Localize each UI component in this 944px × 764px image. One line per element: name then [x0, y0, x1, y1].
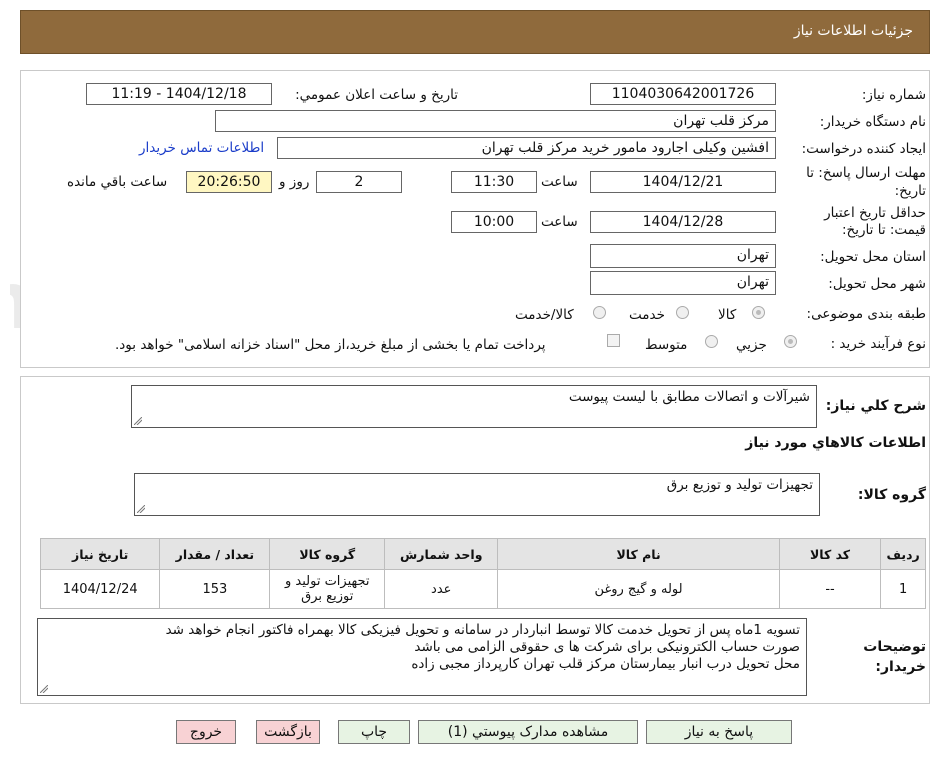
- table-row[interactable]: 1 -- لوله و گیج روغن عدد تجهیزات تولید و…: [39, 569, 926, 609]
- col-code: کد کالا: [778, 538, 882, 570]
- goods-info-title: اطلاعات کالاهاي مورد نياز: [745, 435, 926, 451]
- cell-group: تجهیزات تولید و توزیع برق: [269, 569, 386, 609]
- remaining-word: ساعت باقي مانده: [67, 174, 168, 190]
- page-header: جزئیات اطلاعات نیاز: [20, 10, 930, 54]
- city-field[interactable]: تهران: [590, 271, 776, 295]
- validity-time-word: ساعت: [541, 214, 578, 230]
- summary-text: شیرآلات و اتصالات مطابق با لیست پیوست: [568, 389, 810, 405]
- col-need-date: تاریخ نیاز: [39, 538, 161, 570]
- buyer-org-field[interactable]: مرکز قلب تهران: [215, 110, 776, 132]
- buyer-note-line: تسویه 1ماه پس از تحویل خدمت کالا توسط ان…: [165, 622, 800, 638]
- cell-name: لوله و گیج روغن: [497, 569, 780, 609]
- view-attachments-button[interactable]: مشاهده مدارک پیوستي (1): [418, 720, 638, 744]
- col-unit: واحد شمارش: [384, 538, 499, 570]
- summary-label: شرح كلي نياز:: [825, 398, 926, 414]
- resize-grip-icon: [134, 417, 142, 425]
- items-table-header: ردیف کد کالا نام کالا واحد شمارش گروه کا…: [39, 538, 926, 570]
- category-label: طبقه بندی موضوعی:: [806, 306, 926, 322]
- deadline-time-word: ساعت: [541, 174, 578, 190]
- reply-button[interactable]: پاسخ به نیاز: [646, 720, 792, 744]
- contact-buyer-link[interactable]: اطلاعات تماس خریدار: [139, 140, 264, 156]
- goods-group-label: گروه كالا:: [857, 487, 926, 503]
- print-button[interactable]: چاپ: [338, 720, 410, 744]
- buyer-notes-label: توضیحات خریدار:: [863, 639, 926, 675]
- resize-grip-icon: [137, 505, 145, 513]
- category-goods-label: کالا: [718, 307, 737, 323]
- page-title: جزئیات اطلاعات نیاز: [793, 23, 913, 39]
- treasury-payment-note: پرداخت تمام یا بخشی از مبلغ خرید،از محل …: [115, 337, 546, 353]
- col-quantity: تعداد / مقدار: [159, 538, 271, 570]
- category-service-radio[interactable]: [676, 306, 689, 319]
- buyer-notes-textarea[interactable]: تسویه 1ماه پس از تحویل خدمت کالا توسط ان…: [37, 618, 807, 696]
- creator-label: ایجاد کننده درخواست:: [801, 141, 926, 157]
- col-group: گروه کالا: [269, 538, 386, 570]
- need-number-label: شماره نیاز:: [861, 87, 926, 103]
- buyer-note-line: محل تحویل درب انبار بیمارستان مرکز قلب ت…: [411, 656, 800, 672]
- process-medium-label: متوسط: [645, 337, 688, 353]
- province-label: استان محل تحویل:: [820, 249, 926, 265]
- cell-row: 1: [880, 569, 926, 609]
- validity-time-field[interactable]: 10:00: [451, 211, 537, 233]
- buyer-org-label: نام دستگاه خریدار:: [819, 114, 926, 130]
- goods-group-text: تجهیزات تولید و توزیع برق: [666, 477, 813, 493]
- deadline-date-field[interactable]: 1404/12/21: [590, 171, 776, 193]
- cell-need-date: 1404/12/24: [39, 569, 161, 609]
- process-label: نوع فرآیند خرید :: [830, 336, 926, 352]
- days-field[interactable]: 2: [316, 171, 402, 193]
- remaining-time-field: 20:26:50: [186, 171, 272, 193]
- cell-code: --: [778, 569, 882, 609]
- items-table: ردیف کد کالا نام کالا واحد شمارش گروه کا…: [39, 538, 926, 609]
- process-small-radio[interactable]: [784, 335, 797, 348]
- validity-label: حداقل تاریخ اعتبار قیمت: تا تاریخ:: [824, 205, 926, 238]
- exit-button[interactable]: خروج: [176, 720, 236, 744]
- resize-grip-icon: [40, 685, 48, 693]
- col-row: ردیف: [880, 538, 926, 570]
- cell-unit: عدد: [384, 569, 499, 609]
- category-goods-service-label: کالا/خدمت: [515, 307, 574, 323]
- col-name: نام کالا: [497, 538, 780, 570]
- need-number-field[interactable]: 1104030642001726: [590, 83, 776, 105]
- deadline-label: مهلت ارسال پاسخ: تا تاریخ:: [806, 165, 926, 199]
- category-service-label: خدمت: [629, 307, 665, 323]
- province-field[interactable]: تهران: [590, 244, 776, 268]
- city-label: شهر محل تحویل:: [828, 276, 926, 292]
- process-small-label: جزیي: [736, 337, 767, 353]
- category-goods-service-radio[interactable]: [593, 306, 606, 319]
- deadline-time-field[interactable]: 11:30: [451, 171, 537, 193]
- category-goods-radio[interactable]: [752, 306, 765, 319]
- treasury-payment-checkbox[interactable]: [607, 334, 620, 347]
- announce-label: تاریخ و ساعت اعلان عمومي:: [295, 87, 458, 103]
- summary-textarea[interactable]: شیرآلات و اتصالات مطابق با لیست پیوست: [131, 385, 817, 428]
- cell-quantity: 153: [159, 569, 271, 609]
- back-button[interactable]: بازگشت: [256, 720, 320, 744]
- process-medium-radio[interactable]: [705, 335, 718, 348]
- buyer-note-line: صورت حساب الکترونیکی برای شرکت ها ی حقوق…: [414, 639, 800, 655]
- days-word: روز و: [279, 174, 310, 190]
- validity-date-field[interactable]: 1404/12/28: [590, 211, 776, 233]
- goods-group-textarea[interactable]: تجهیزات تولید و توزیع برق: [134, 473, 820, 516]
- creator-field[interactable]: افشین وکیلی اجارود مامور خرید مرکز قلب ت…: [277, 137, 776, 159]
- announce-field[interactable]: 1404/12/18 - 11:19: [86, 83, 272, 105]
